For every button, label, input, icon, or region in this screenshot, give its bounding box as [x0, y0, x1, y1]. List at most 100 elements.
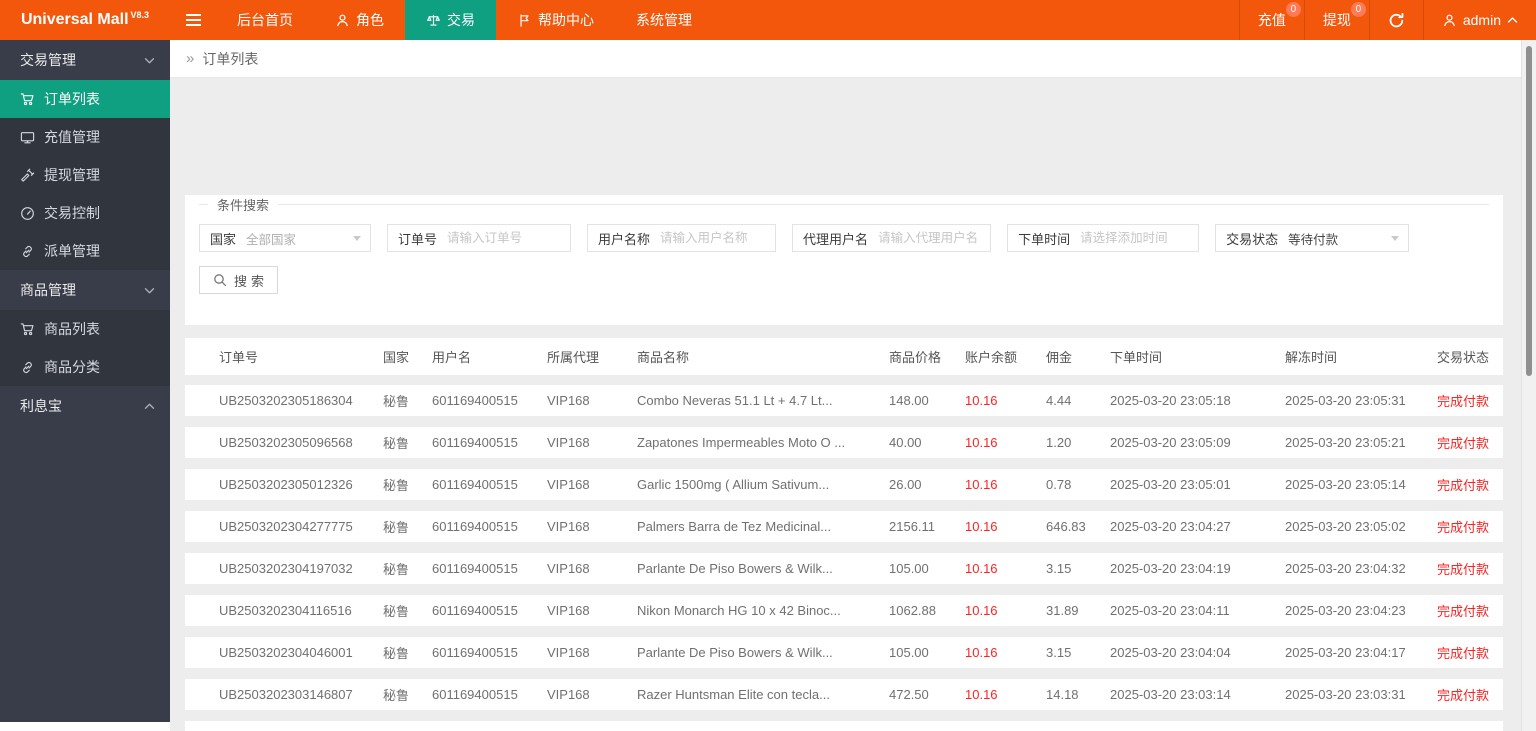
- sidebar-item[interactable]: 利息宝: [0, 386, 170, 426]
- cell-commission: 14.18: [1046, 687, 1079, 702]
- search-select[interactable]: 等待付款: [1288, 229, 1408, 248]
- vertical-scrollbar[interactable]: [1521, 40, 1536, 731]
- cell-product: Parlante De Piso Bowers & Wilk...: [637, 561, 833, 576]
- recharge-button[interactable]: 充值 0: [1238, 0, 1304, 40]
- cell-agent: VIP168: [547, 603, 590, 618]
- user-icon: [1444, 14, 1455, 26]
- cell-price: 40.00: [889, 435, 922, 450]
- cell-balance: 10.16: [965, 393, 998, 408]
- cell-country: 秘鲁: [383, 520, 410, 535]
- sidebar-item-label: 商品管理: [20, 282, 76, 298]
- search-icon: [214, 274, 227, 287]
- table-header-cell: 用户名: [432, 350, 472, 365]
- sidebar-item[interactable]: 商品管理: [0, 270, 170, 310]
- search-fields: 国家 全部国家 订单号 请输入订单号 用户名称 请输入用户名称 代理用户名 请输…: [199, 224, 1489, 252]
- cell-country: 秘鲁: [383, 478, 410, 493]
- breadcrumb: » 订单列表: [170, 40, 1536, 78]
- top-menu-item[interactable]: 后台首页: [216, 0, 314, 40]
- top-menu-item-label: 系统管理: [636, 12, 692, 28]
- cell-status: 完成付款: [1437, 562, 1490, 577]
- cell-unfreeze-time: 2025-03-20 23:04:32: [1285, 561, 1406, 576]
- cell-unfreeze-time: 2025-03-20 23:05:31: [1285, 393, 1406, 408]
- cell-unfreeze-time: 2025-03-20 23:04:17: [1285, 645, 1406, 660]
- search-text-input[interactable]: [1080, 231, 1199, 245]
- cell-status: 完成付款: [1437, 604, 1490, 619]
- table-header-cell: 解冻时间: [1285, 350, 1338, 365]
- cell-balance: 10.16: [965, 603, 998, 618]
- sidebar-item[interactable]: 交易控制: [0, 194, 170, 232]
- top-menu-item[interactable]: 角色: [314, 0, 405, 40]
- caret-down-icon: [1391, 235, 1400, 241]
- top-menu-item-label: 后台首页: [237, 12, 293, 28]
- cart-icon: [20, 92, 34, 105]
- search-field-label: 交易状态: [1226, 231, 1279, 247]
- search-select[interactable]: 全部国家: [246, 229, 370, 248]
- sidebar-item[interactable]: 订单列表: [0, 80, 170, 118]
- sidebar-item[interactable]: 充值管理: [0, 118, 170, 156]
- cell-product: Palmers Barra de Tez Medicinal...: [637, 519, 832, 534]
- user-menu[interactable]: admin: [1422, 0, 1536, 40]
- search-button[interactable]: 搜索: [199, 266, 279, 294]
- table-row: UB2503202303146807 秘鲁 601169400515 VIP16…: [185, 679, 1503, 710]
- top-menu-item[interactable]: 交易: [405, 0, 496, 40]
- cell-product: Razer Huntsman Elite con tecla...: [637, 687, 830, 702]
- cell-order-no: UB2503202305012326: [219, 477, 353, 492]
- cell-unfreeze-time: 2025-03-20 23:05:02: [1285, 519, 1406, 534]
- cell-order-no: UB2503202304277775: [219, 519, 353, 534]
- sidebar-item-label: 交易管理: [20, 52, 76, 68]
- cell-price: 1062.88: [889, 603, 936, 618]
- table-header-cell: 账户余额: [965, 350, 1018, 365]
- cell-order-time: 2025-03-20 23:05:18: [1110, 393, 1231, 408]
- cell-country: 秘鲁: [383, 646, 410, 661]
- sidebar-item-label: 商品分类: [44, 359, 100, 375]
- search-field-label: 下单时间: [1018, 231, 1071, 247]
- sidebar-item[interactable]: 交易管理: [0, 40, 170, 80]
- cell-country: 秘鲁: [383, 436, 410, 451]
- next-row-partial: [185, 721, 1503, 731]
- topbar: Universal Mall V8.3 后台首页 角色 交易 帮助中心 系统管理…: [0, 0, 1536, 40]
- scrollbar-thumb[interactable]: [1526, 46, 1532, 376]
- cell-username: 601169400515: [432, 687, 518, 702]
- search-field-label: 国家: [210, 231, 237, 247]
- sidebar-item[interactable]: 商品分类: [0, 348, 170, 386]
- top-menu-item-label: 角色: [356, 12, 384, 28]
- table-header-cell: 佣金: [1046, 350, 1073, 365]
- chevron-up-icon: [1507, 17, 1518, 23]
- refresh-button[interactable]: [1368, 0, 1423, 40]
- flag-icon: [520, 14, 529, 27]
- cell-order-time: 2025-03-20 23:04:11: [1110, 603, 1230, 618]
- cell-order-time: 2025-03-20 23:05:01: [1110, 477, 1231, 492]
- cell-commission: 0.78: [1046, 477, 1072, 492]
- top-menu: 后台首页 角色 交易 帮助中心 系统管理: [216, 0, 713, 40]
- cell-product: Garlic 1500mg ( Allium Sativum...: [637, 477, 830, 492]
- chevron-down-icon: [144, 287, 155, 294]
- search-field: 用户名称: [587, 224, 777, 252]
- search-select-value: 等待付款: [1288, 232, 1339, 247]
- sidebar-item-label: 商品列表: [44, 321, 100, 337]
- search-text-input[interactable]: [447, 231, 571, 245]
- top-menu-item[interactable]: 系统管理: [615, 0, 713, 40]
- cell-product: Zapatones Impermeables Moto O ...: [637, 435, 846, 450]
- sidebar-item[interactable]: 商品列表: [0, 310, 170, 348]
- table-row: UB2503202305186304 秘鲁 601169400515 VIP16…: [185, 385, 1503, 416]
- hamburger-menu-icon[interactable]: [170, 0, 216, 40]
- top-menu-item[interactable]: 帮助中心: [496, 0, 615, 40]
- search-field-label: 代理用户名: [803, 231, 869, 247]
- app-version: V8.3: [130, 10, 150, 20]
- person-icon: [337, 14, 348, 26]
- search-text-input[interactable]: [878, 231, 991, 245]
- sidebar-item[interactable]: 提现管理: [0, 156, 170, 194]
- cell-order-no: UB2503202304197032: [219, 561, 353, 576]
- cell-order-no: UB2503202305096568: [219, 435, 353, 450]
- scales-icon: [427, 14, 440, 26]
- cell-order-no: UB2503202304116516: [219, 603, 352, 618]
- search-text-input[interactable]: [660, 231, 776, 245]
- table-row: UB2503202305096568 秘鲁 601169400515 VIP16…: [185, 427, 1503, 458]
- withdraw-button[interactable]: 提现 0: [1303, 0, 1369, 40]
- cell-price: 105.00: [889, 561, 929, 576]
- cell-status: 完成付款: [1437, 478, 1490, 493]
- cell-agent: VIP168: [547, 561, 590, 576]
- cell-price: 2156.11: [889, 519, 936, 534]
- cell-balance: 10.16: [965, 561, 998, 576]
- sidebar-item[interactable]: 派单管理: [0, 232, 170, 270]
